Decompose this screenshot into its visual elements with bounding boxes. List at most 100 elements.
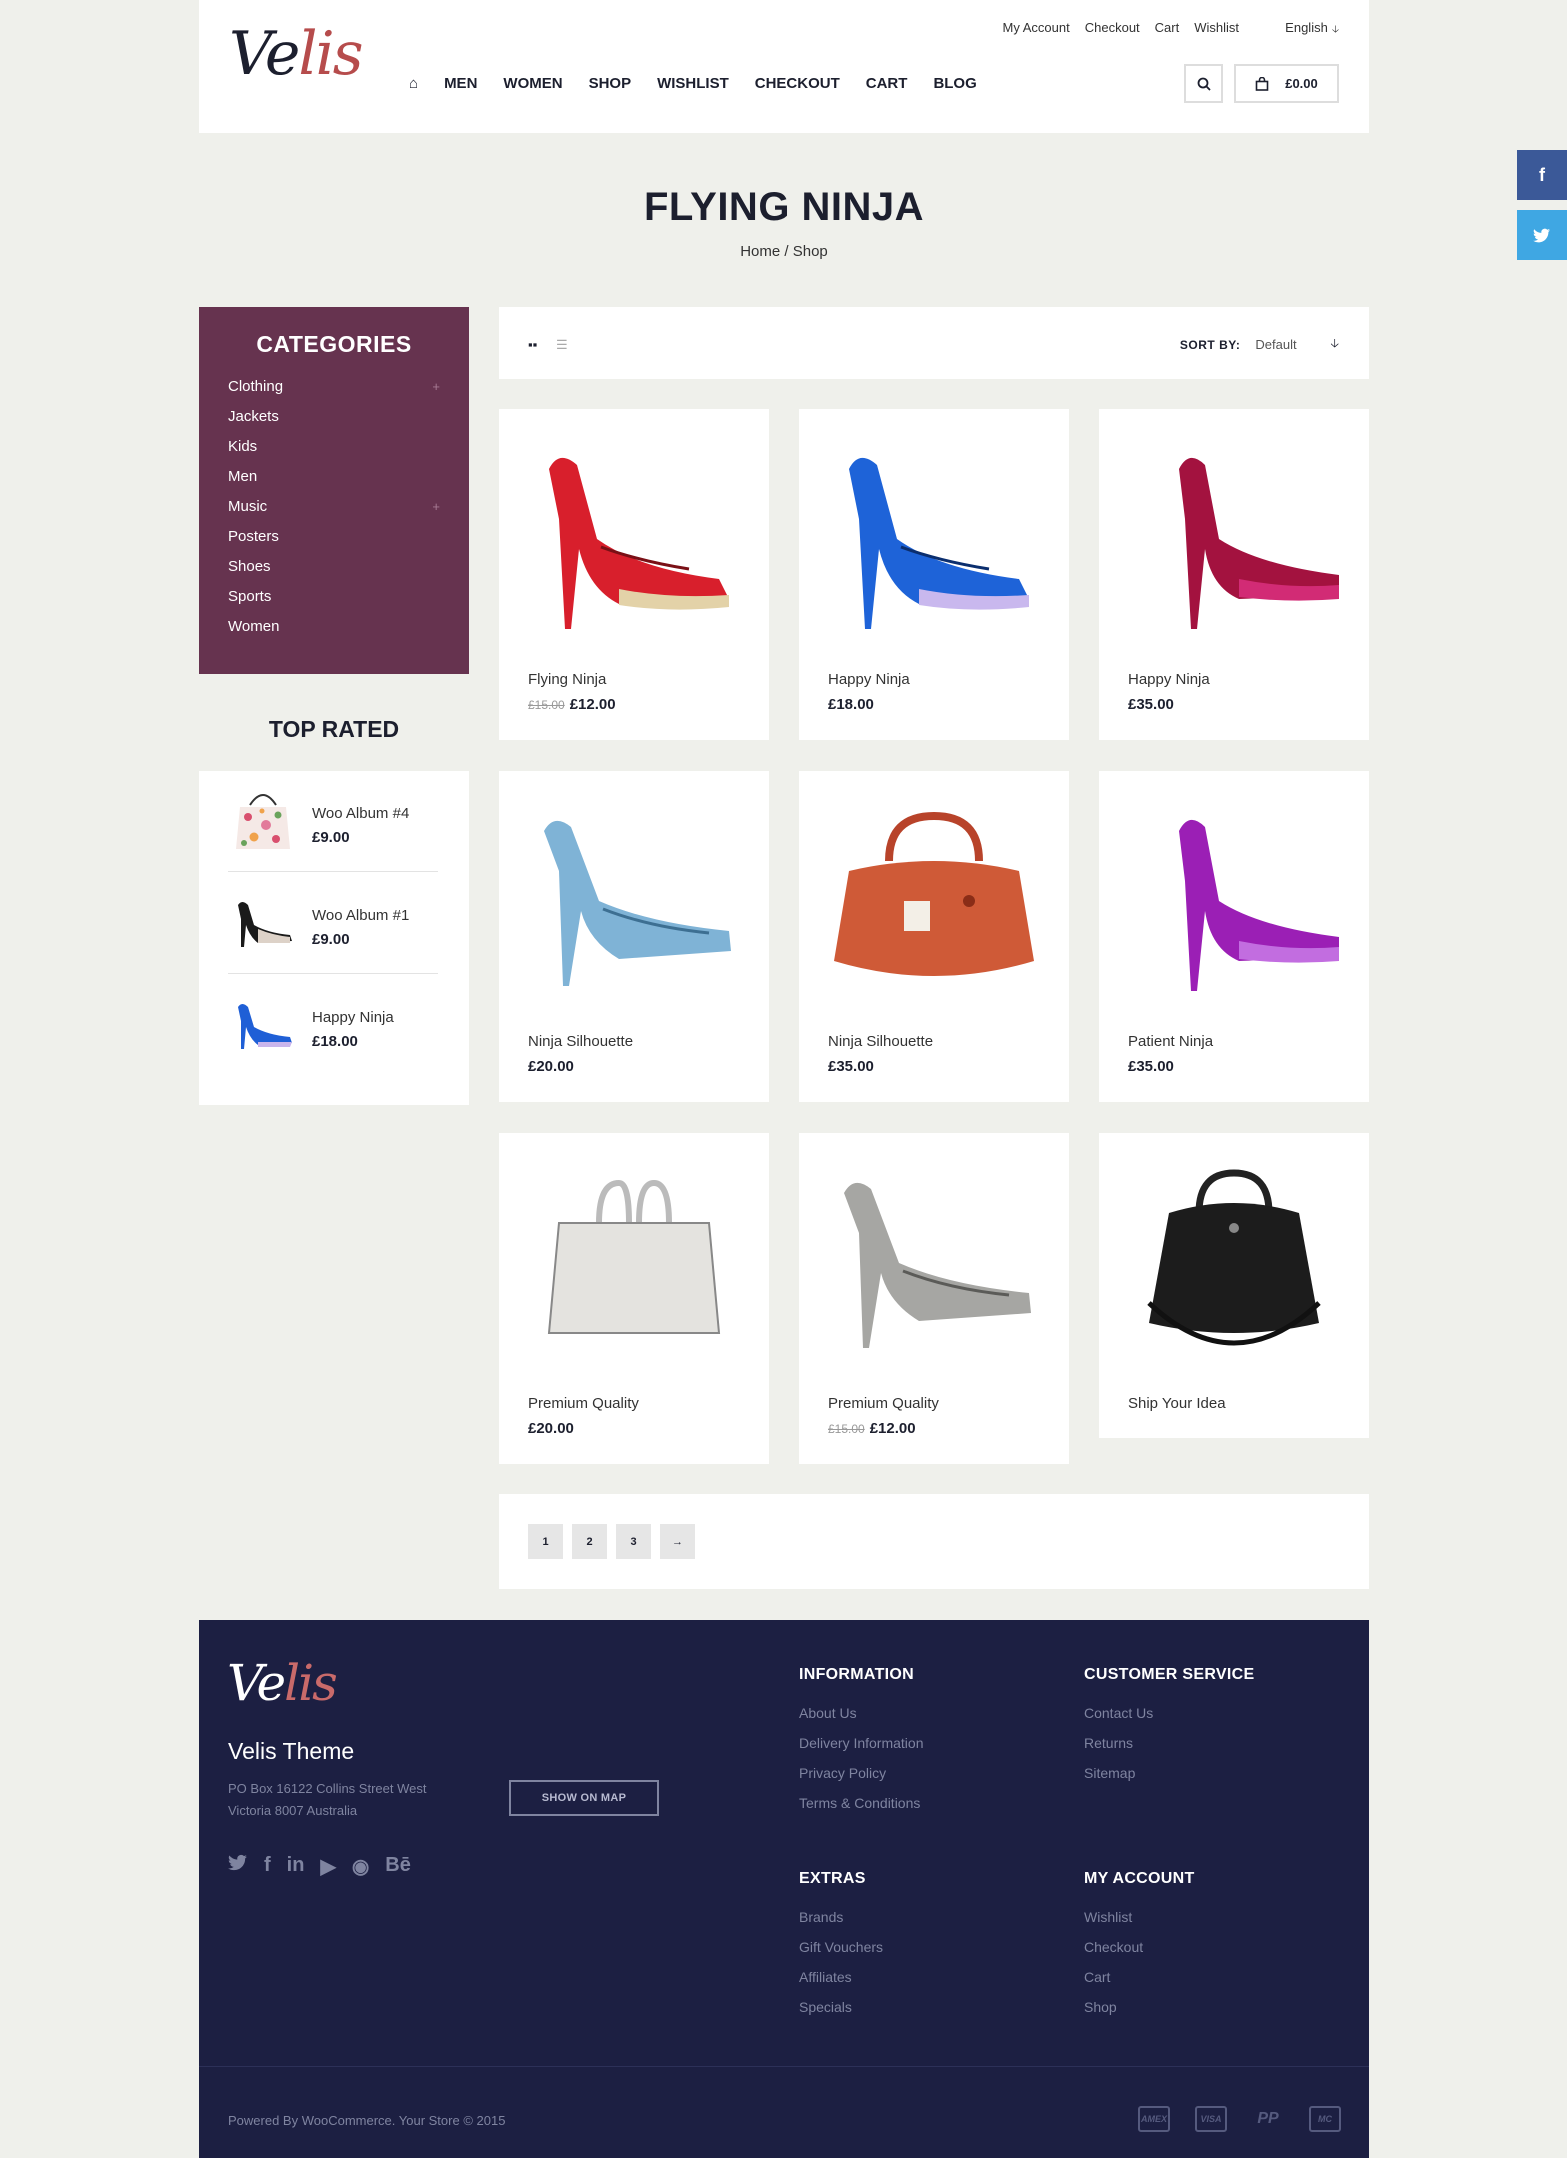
top-link-cart[interactable]: Cart <box>1155 20 1180 35</box>
footer-link[interactable]: Shop <box>1084 1996 1195 2026</box>
footer-address: PO Box 16122 Collins Street West Victori… <box>228 1781 427 1818</box>
product-name[interactable]: Ninja Silhouette <box>528 1033 633 1050</box>
top-link-my-account[interactable]: My Account <box>1003 20 1070 35</box>
category-music[interactable]: Music + <box>228 495 440 525</box>
grid-view-icon[interactable]: ▪▪ <box>528 337 537 352</box>
cart-button[interactable]: £0.00 <box>1234 64 1339 103</box>
top-link-checkout[interactable]: Checkout <box>1085 20 1140 35</box>
search-button[interactable] <box>1184 64 1223 103</box>
github-icon[interactable]: ◉ <box>352 1854 369 1879</box>
facebook-share-button[interactable]: f <box>1517 150 1567 200</box>
product-card[interactable]: Happy Ninja £18.00 <box>799 409 1069 740</box>
show-on-map-button[interactable]: SHOW ON MAP <box>509 1780 659 1816</box>
expand-icon[interactable]: + <box>432 375 440 405</box>
product-name[interactable]: Premium Quality <box>528 1395 639 1412</box>
list-view-icon[interactable]: ☰ <box>556 337 568 353</box>
product-card[interactable]: Ninja Silhouette £20.00 <box>499 771 769 1102</box>
product-card[interactable]: Premium Quality £20.00 <box>499 1133 769 1464</box>
footer-divider <box>199 2066 1369 2067</box>
youtube-icon[interactable]: ▶ <box>320 1854 335 1879</box>
top-rated-item[interactable]: Woo Album #1 £9.00 <box>228 873 438 974</box>
category-posters[interactable]: Posters <box>228 525 440 555</box>
amex-icon: AMEX <box>1138 2106 1170 2132</box>
next-page-button[interactable]: → <box>660 1524 695 1559</box>
linkedin-icon[interactable]: in <box>287 1854 305 1879</box>
footer-column-title: MY ACCOUNT <box>1084 1870 1195 1887</box>
footer-social-links: f in ▶ ◉ Bē <box>228 1854 411 1879</box>
product-name[interactable]: Woo Album #4 <box>312 805 409 822</box>
footer-link[interactable]: Delivery Information <box>799 1732 924 1762</box>
cart-total: £0.00 <box>1285 76 1318 91</box>
sort-by-select[interactable]: Default <box>1255 337 1315 352</box>
category-clothing[interactable]: Clothing + <box>228 375 440 405</box>
footer-link[interactable]: Wishlist <box>1084 1906 1195 1936</box>
footer-link[interactable]: About Us <box>799 1702 924 1732</box>
site-header: Velis My Account Checkout Cart Wishlist … <box>199 0 1369 133</box>
footer-link[interactable]: Affiliates <box>799 1966 883 1996</box>
twitter-share-button[interactable] <box>1517 210 1567 260</box>
footer-link[interactable]: Privacy Policy <box>799 1762 924 1792</box>
top-rated-widget: Woo Album #4 £9.00 Woo Album #1 £9.00 Ha… <box>199 771 469 1105</box>
category-label: Kids <box>228 438 258 455</box>
product-card[interactable]: Ninja Silhouette £35.00 <box>799 771 1069 1102</box>
footer-link[interactable]: Contact Us <box>1084 1702 1254 1732</box>
footer-link[interactable]: Cart <box>1084 1966 1195 1996</box>
product-name[interactable]: Woo Album #1 <box>312 907 409 924</box>
category-men[interactable]: Men <box>228 465 440 495</box>
nav-shop[interactable]: SHOP <box>589 75 632 92</box>
footer-link[interactable]: Specials <box>799 1996 883 2026</box>
twitter-icon[interactable] <box>228 1854 248 1879</box>
category-shoes[interactable]: Shoes <box>228 555 440 585</box>
page-3-button[interactable]: 3 <box>616 1524 651 1559</box>
chevron-down-icon[interactable]: 🡣 <box>1330 334 1339 355</box>
product-name[interactable]: Happy Ninja <box>312 1009 394 1026</box>
language-selector[interactable]: English 🡣 <box>1285 20 1339 39</box>
product-name[interactable]: Patient Ninja <box>1128 1033 1213 1050</box>
nav-cart[interactable]: CART <box>866 75 908 92</box>
top-rated-title: TOP RATED <box>268 716 400 742</box>
nav-women[interactable]: WOMEN <box>503 75 562 92</box>
product-card[interactable]: Ship Your Idea <box>1099 1133 1369 1438</box>
page-1-button[interactable]: 1 <box>528 1524 563 1559</box>
footer-link[interactable]: Terms & Conditions <box>799 1792 924 1822</box>
footer-link[interactable]: Sitemap <box>1084 1762 1254 1792</box>
product-name[interactable]: Ninja Silhouette <box>828 1033 933 1050</box>
product-name[interactable]: Happy Ninja <box>828 671 910 688</box>
footer-logo[interactable]: Velis <box>227 1654 338 1712</box>
nav-blog[interactable]: BLOG <box>933 75 976 92</box>
product-name[interactable]: Happy Ninja <box>1128 671 1210 688</box>
nav-wishlist[interactable]: WISHLIST <box>657 75 729 92</box>
product-card[interactable]: Flying Ninja £15.00 £12.00 <box>499 409 769 740</box>
top-link-wishlist[interactable]: Wishlist <box>1194 20 1239 35</box>
top-rated-item[interactable]: Woo Album #4 £9.00 <box>228 771 438 872</box>
site-footer: Velis Velis Theme PO Box 16122 Collins S… <box>199 1620 1369 2158</box>
site-logo[interactable]: Velis <box>229 14 364 94</box>
product-name[interactable]: Ship Your Idea <box>1128 1395 1226 1412</box>
silver-heel-image <box>844 1182 1031 1348</box>
category-jackets[interactable]: Jackets <box>228 405 440 435</box>
footer-link[interactable]: Gift Vouchers <box>799 1936 883 1966</box>
page-2-button[interactable]: 2 <box>572 1524 607 1559</box>
breadcrumb[interactable]: Home / Shop <box>199 243 1369 260</box>
product-name[interactable]: Flying Ninja <box>528 671 606 688</box>
behance-icon[interactable]: Bē <box>385 1854 411 1879</box>
category-sports[interactable]: Sports <box>228 585 440 615</box>
nav-checkout[interactable]: CHECKOUT <box>755 75 840 92</box>
product-card[interactable]: Premium Quality £15.00 £12.00 <box>799 1133 1069 1464</box>
nav-men[interactable]: MEN <box>444 75 477 92</box>
footer-column-title: CUSTOMER SERVICE <box>1084 1666 1255 1683</box>
facebook-icon[interactable]: f <box>264 1854 271 1879</box>
expand-icon[interactable]: + <box>432 495 440 525</box>
top-rated-item[interactable]: Happy Ninja £18.00 <box>228 975 438 1076</box>
home-icon[interactable]: ⌂ <box>409 75 418 92</box>
product-card[interactable]: Happy Ninja £35.00 <box>1099 409 1369 740</box>
product-card[interactable]: Patient Ninja £35.00 <box>1099 771 1369 1102</box>
footer-link[interactable]: Brands <box>799 1906 883 1936</box>
category-women[interactable]: Women <box>228 615 440 645</box>
category-kids[interactable]: Kids <box>228 435 440 465</box>
footer-link[interactable]: Checkout <box>1084 1936 1195 1966</box>
footer-link[interactable]: Returns <box>1084 1732 1254 1762</box>
categories-widget: CATEGORIES Clothing + Jackets Kids Men Mu… <box>199 307 469 674</box>
product-name[interactable]: Premium Quality <box>828 1395 939 1412</box>
white-handbag-image <box>547 1179 721 1334</box>
